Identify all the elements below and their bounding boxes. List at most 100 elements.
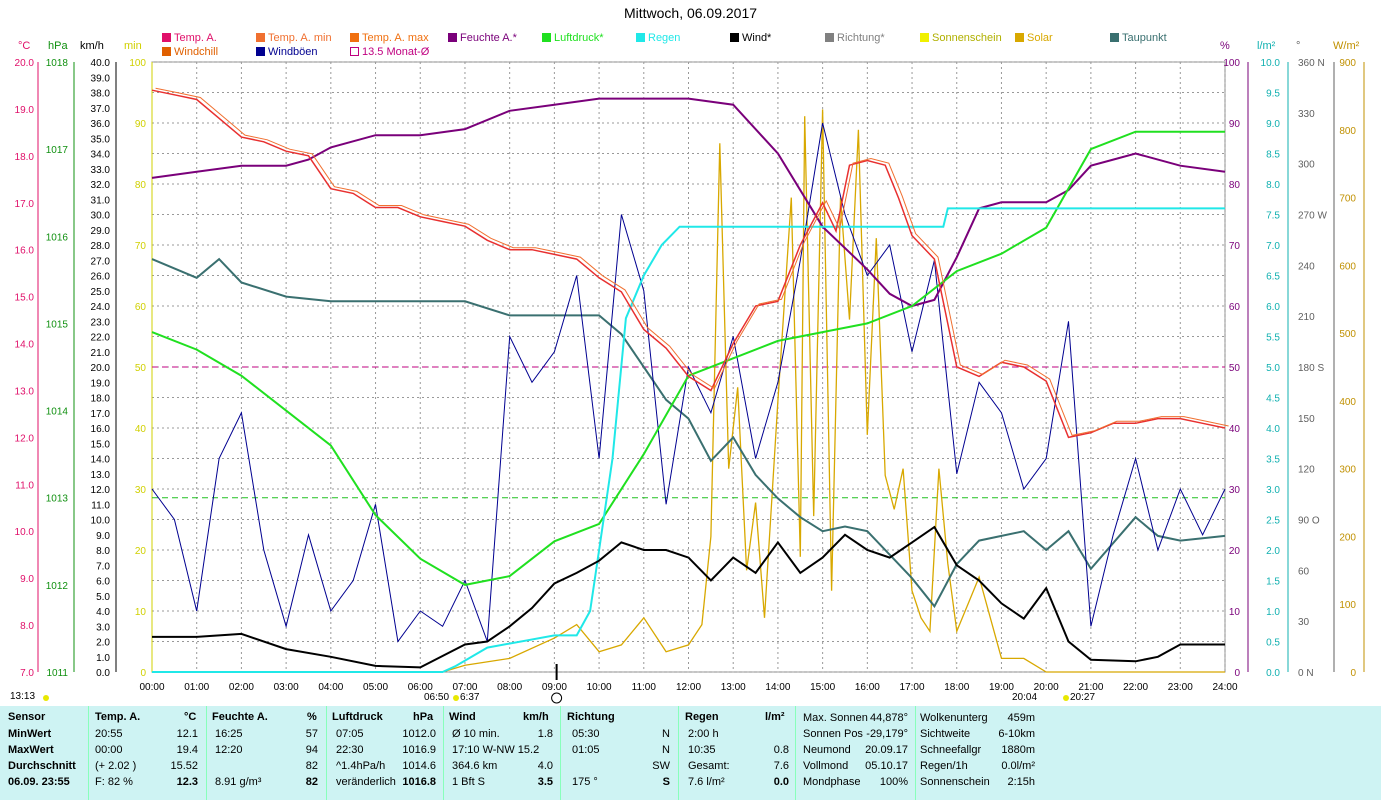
min-tick: 10 — [135, 607, 147, 618]
stats-rain-label: 2:00 h — [688, 728, 719, 740]
dir-tick: 210 — [1298, 312, 1315, 323]
rain-tick: 8.0 — [1266, 180, 1280, 191]
kmh-tick: 17.0 — [91, 409, 111, 420]
stats-divider — [326, 706, 327, 800]
stats-wind-value: 3.5 — [537, 776, 553, 788]
legend-swatch — [162, 33, 171, 42]
stats-wind-value: 4.0 — [537, 760, 553, 772]
rain-tick: 7.0 — [1266, 241, 1280, 252]
min-tick: 80 — [135, 180, 147, 191]
legend-item: Solar — [1015, 32, 1053, 44]
hpa-tick: 1018 — [46, 58, 69, 69]
hour-tick: 05:00 — [363, 682, 388, 693]
min-tick: 50 — [135, 363, 147, 374]
rain-tick: 1.0 — [1266, 607, 1280, 618]
stats-temp-value: 15.52 — [170, 760, 198, 772]
dir-tick: 150 — [1298, 414, 1315, 425]
hour-tick: 15:00 — [810, 682, 835, 693]
stats-hum-value: 57 — [305, 728, 318, 740]
rain-tick: 4.0 — [1266, 424, 1280, 435]
hpa-tick: 1016 — [46, 232, 69, 243]
kmh-tick: 12.0 — [91, 485, 111, 496]
legend-label: Sonnenschein — [932, 32, 1002, 44]
stats-dir-value: S — [662, 776, 670, 788]
solar-axis-unit: W/m² — [1333, 40, 1360, 52]
min-axis-unit: min — [124, 40, 142, 52]
stats-divider — [206, 706, 207, 800]
hour-tick: 22:00 — [1123, 682, 1148, 693]
kmh-tick: 22.0 — [91, 333, 111, 344]
pct-tick: 60 — [1229, 302, 1241, 313]
stats-temp-time: 20:55 — [95, 728, 123, 740]
misc-value: 2:15h — [1007, 776, 1035, 788]
stats-hum-time: 16:25 — [215, 728, 243, 740]
stats-hum-value: 82 — [305, 776, 318, 788]
legend-swatch — [636, 33, 645, 42]
kmh-tick: 6.0 — [96, 577, 110, 588]
hour-tick: 02:00 — [229, 682, 254, 693]
kmh-tick: 0.0 — [96, 668, 110, 679]
kmh-tick: 10.0 — [91, 516, 111, 527]
stats-header-press-unit: hPa — [413, 711, 434, 723]
legend-item: Temp. A. max — [350, 32, 429, 44]
rain-tick: 4.5 — [1266, 394, 1280, 405]
legend-swatch — [256, 33, 265, 42]
kmh-tick: 24.0 — [91, 302, 111, 313]
astro-value: 44,878° — [869, 712, 908, 724]
astro-label: Max. Sonnen — [803, 712, 868, 724]
stats-wind-label: 364.6 km — [452, 760, 498, 772]
stats-temp-value: 12.1 — [176, 728, 198, 740]
stats-dir-time: 05:30 — [572, 728, 600, 740]
hpa-tick: 1012 — [46, 581, 69, 592]
min-tick: 100 — [129, 58, 146, 69]
astro-value: 20.09.17 — [865, 744, 908, 756]
solar-tick: 200 — [1339, 532, 1356, 543]
stats-wind-label: Ø 10 min. — [452, 728, 500, 740]
kmh-tick: 5.0 — [96, 592, 110, 603]
kmh-tick: 1.0 — [96, 653, 110, 664]
min-tick: 0 — [140, 668, 146, 679]
rain-tick: 7.5 — [1266, 211, 1280, 222]
stats-rain-label: Gesamt: — [688, 760, 730, 772]
rain-tick: 2.0 — [1266, 546, 1280, 557]
stats-rain-value: 0.8 — [773, 744, 789, 756]
astro-label: Mondphase — [803, 776, 861, 788]
stats-press-time: veränderlich — [336, 776, 396, 788]
pct-tick: 20 — [1229, 546, 1241, 557]
legend-swatch — [448, 33, 457, 42]
stats-header-hum: Feuchte A. — [212, 711, 268, 723]
pct-tick: 50 — [1229, 363, 1241, 374]
rain-tick: 3.0 — [1266, 485, 1280, 496]
legend-label: Windchill — [174, 46, 219, 58]
temp-tick: 16.0 — [15, 246, 35, 257]
legend-item: Richtung* — [825, 32, 885, 44]
temp-tick: 8.0 — [20, 621, 34, 632]
misc-label: Sonnenschein — [920, 776, 990, 788]
rain-tick: 9.5 — [1266, 89, 1280, 100]
kmh-tick: 40.0 — [91, 58, 111, 69]
pct-tick: 100 — [1223, 58, 1240, 69]
stats-header-wind: Wind — [449, 711, 476, 723]
pct-tick: 90 — [1229, 119, 1241, 130]
hour-tick: 16:00 — [855, 682, 880, 693]
stats-press-value: 1016.8 — [402, 776, 436, 788]
pct-tick: 70 — [1229, 241, 1241, 252]
kmh-tick: 29.0 — [91, 226, 111, 237]
kmh-tick: 36.0 — [91, 119, 111, 130]
pct-tick: 10 — [1229, 607, 1241, 618]
kmh-tick: 25.0 — [91, 287, 111, 298]
stats-press-time: 07:05 — [336, 728, 364, 740]
legend-swatch — [1110, 33, 1119, 42]
kmh-tick: 2.0 — [96, 638, 110, 649]
legend-swatch — [350, 47, 359, 56]
hour-tick: 19:00 — [989, 682, 1014, 693]
sunrise-time-2: 6:37 — [460, 692, 480, 703]
stats-dir-value: N — [662, 744, 670, 756]
sunset-time-2: 20:27 — [1070, 692, 1096, 703]
temp-tick: 18.0 — [15, 152, 35, 163]
hour-tick: 00:00 — [139, 682, 164, 693]
kmh-tick: 27.0 — [91, 256, 111, 267]
hour-tick: 13:00 — [721, 682, 746, 693]
legend-label: Luftdruck* — [554, 32, 604, 44]
astro-label: Neumond — [803, 744, 851, 756]
